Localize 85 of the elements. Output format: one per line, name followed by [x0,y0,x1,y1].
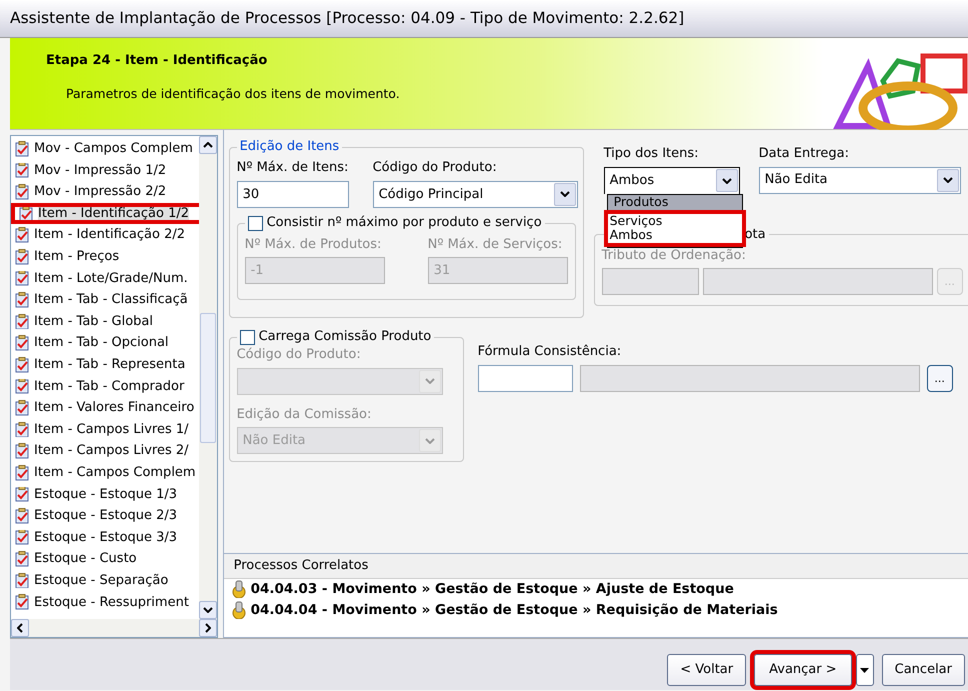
checked-clipboard-icon [15,184,29,200]
step-list-item[interactable]: Item - Campos Complem [11,462,199,484]
window-title: Assistente de Implantação de Processos [Processo: 04.09 - Tipo de Movimento: 2.2.62] [0,0,968,38]
checked-clipboard-icon [19,206,33,220]
checked-clipboard-icon [15,356,29,373]
step-list-item[interactable]: Item - Tab - Representa [11,354,199,376]
field-label: Tributo de Ordenação: [602,246,747,265]
checked-clipboard-icon [15,314,29,330]
scrollbar-thumb[interactable] [200,312,216,442]
text-field[interactable] [478,364,573,392]
caret-icon [860,668,870,672]
field-label: Data Entrega: [758,145,850,163]
checked-clipboard-icon [15,378,29,394]
step-list-item[interactable]: Mov - Campos Complem [11,138,199,160]
step-list-item[interactable]: Estoque - Custo [11,548,199,570]
step-list-item[interactable]: Item - Identificação 2/2 [11,224,199,246]
checked-clipboard-icon [15,508,29,524]
cylinder-gear-icon [230,580,248,598]
step-title: Etapa 24 - Item - Identificação [46,52,268,70]
step-list-item[interactable]: Estoque - Estoque 2/3 [11,505,199,527]
checked-clipboard-icon [15,464,29,481]
step-list-item[interactable]: Item - Preços [11,246,199,268]
step-list-item[interactable]: Estoque - Estoque 1/3 [11,484,199,506]
checked-clipboard-icon [15,486,29,502]
checkbox[interactable] [240,330,255,345]
wizard-button[interactable]: Cancelar [882,654,965,686]
field-label: Edição da Comissão: [236,406,372,424]
checkbox-label: Consistir nº máximo por produto e serviço [266,216,542,230]
step-list-item[interactable]: Item - Tab - Global [11,310,199,332]
step-list-item[interactable]: Item - Tab - Classificaçã [11,289,199,311]
dropdown-option[interactable]: Serviços [604,210,746,228]
checkbox[interactable] [248,216,263,231]
checked-clipboard-icon [15,335,29,351]
dropdown-option[interactable]: Ambos [604,228,746,246]
step-list-item[interactable]: Item - Valores Financeiro [11,397,199,419]
step-list-item[interactable]: Estoque - Separação [11,570,199,592]
step-list-item[interactable]: Item - Campos Livres 2/ [11,440,199,462]
step-list-item[interactable]: Estoque - Estoque 3/3 [11,526,199,548]
field-label: Código do Produto: [236,346,362,364]
checked-clipboard-icon [15,572,29,589]
field-label: Nº Máx. de Itens: [236,159,349,178]
cylinder-gear-icon [230,601,248,619]
checked-clipboard-icon [15,530,29,546]
text-field[interactable]: 30 [236,180,349,208]
step-list-item[interactable]: Mov - Impressão 2/2 [11,181,199,203]
related-process-link[interactable]: 04.04.04 - Movimento » Gestão de Estoque » Requisição de Materiais [224,600,968,620]
checked-clipboard-icon [15,248,29,265]
step-list-item[interactable]: Estoque - Ressupriment [11,591,199,614]
dropdown-toggle[interactable] [856,654,874,686]
text-field[interactable] [580,364,920,392]
text-field[interactable] [702,268,933,296]
related-process-link[interactable]: 04.04.03 - Movimento » Gestão de Estoque » Ajuste de Estoque [224,578,968,600]
horizontal-scrollbar[interactable] [11,619,217,637]
dropdown[interactable]: Ambos [604,166,740,194]
dropdown[interactable]: Não Edita [758,166,961,194]
wizard-button[interactable]: < Voltar [667,654,746,686]
checked-clipboard-icon [15,140,29,157]
group-title: Edição de Itens [238,140,340,154]
field-label: Fórmula Consistência: [478,343,622,361]
checked-clipboard-icon [15,270,29,286]
dropdown-option[interactable]: Produtos [608,195,742,210]
checked-clipboard-icon [15,292,29,308]
checked-clipboard-icon [15,443,29,459]
checked-clipboard-icon [15,551,29,567]
field-label: Nº Máx. de Produtos: [244,236,382,254]
field-label: Tipo dos Itens: [604,145,700,163]
step-description: Parametros de identificação dos itens de movimento. [66,84,400,102]
step-list-item[interactable]: Item - Tab - Comprador [11,376,199,398]
checked-clipboard-icon [15,227,29,244]
field-label: Código do Produto: [372,159,498,178]
browse-button[interactable]: ... [926,364,953,392]
checkbox-label: Carrega Comissão Produto [258,330,432,345]
step-list-item[interactable]: Item - Tab - Opcional [11,332,199,354]
checked-clipboard-icon [15,422,29,438]
step-list-item[interactable]: Item - Lote/Grade/Num. [11,268,199,290]
checked-clipboard-icon [15,162,29,178]
checked-clipboard-icon [15,594,29,610]
step-list-item[interactable]: Mov - Impressão 1/2 [11,160,199,182]
panel-title: Processos Correlatos [224,554,968,578]
step-list-item[interactable]: Item - Campos Livres 1/ [11,418,199,440]
group-title: ota [744,228,767,242]
field-label: Nº Máx. de Serviços: [428,236,564,254]
checked-clipboard-icon [15,400,29,416]
vertical-scrollbar[interactable] [198,136,217,619]
dropdown[interactable]: Código Principal [372,180,578,208]
